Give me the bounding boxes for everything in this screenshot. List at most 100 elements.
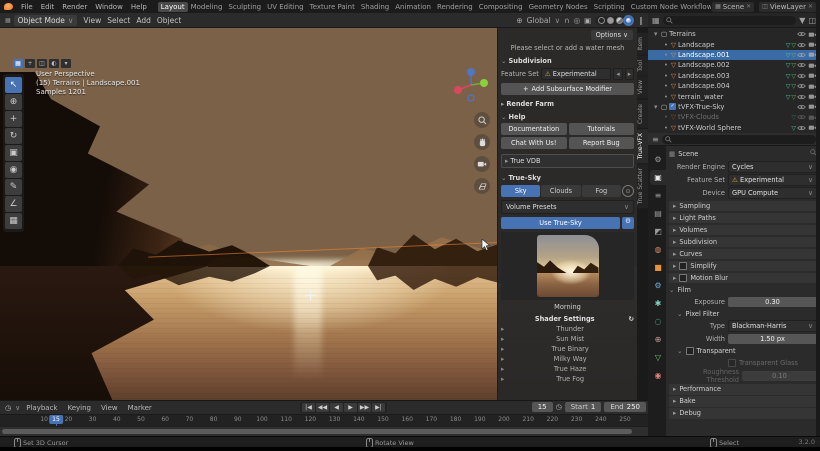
- options-dropdown[interactable]: Options ∨: [591, 30, 633, 40]
- navigation-gizmo-icon[interactable]: [450, 64, 492, 106]
- properties-tab-object[interactable]: ■: [650, 260, 666, 275]
- sky-tab[interactable]: Clouds: [541, 185, 580, 197]
- outliner-row-landscape-003[interactable]: ▢ ▽ Landscape.003 ▽▽: [648, 71, 820, 81]
- sidebar-tab[interactable]: True-VFX: [637, 129, 648, 163]
- properties-tab-particles[interactable]: ✱: [650, 296, 666, 311]
- help-button[interactable]: Documentation: [501, 123, 567, 135]
- tool-button-annotate[interactable]: ✎: [5, 179, 22, 195]
- viewport-menu-item[interactable]: View: [80, 16, 104, 25]
- modifier-icon[interactable]: ▽: [786, 52, 791, 59]
- properties-section[interactable]: Subdivision: [669, 237, 817, 248]
- expand-arrow-icon[interactable]: [664, 124, 671, 132]
- timeline-menu-item[interactable]: Marker: [126, 404, 154, 412]
- properties-tab-scene[interactable]: ◩: [650, 224, 666, 239]
- properties-tab-material[interactable]: ◉: [650, 368, 666, 383]
- tool-button-transform[interactable]: ◉: [5, 162, 22, 178]
- sidebar-tab[interactable]: Tool: [637, 56, 648, 76]
- viewport-menu-item[interactable]: Select: [104, 16, 133, 25]
- mini-icon-gizmo[interactable]: +: [25, 59, 35, 68]
- overlays-icon[interactable]: ‖: [639, 16, 643, 25]
- timeline-menu-item[interactable]: View: [99, 404, 120, 412]
- frame-start-field[interactable]: Start1: [565, 402, 602, 412]
- expand-arrow-icon[interactable]: [664, 82, 671, 90]
- outliner-search-input[interactable]: [663, 16, 797, 25]
- timeline-menu-item[interactable]: Playback: [24, 404, 59, 412]
- playback-button[interactable]: |◀: [302, 403, 315, 412]
- workspace-tab[interactable]: Compositing: [476, 2, 526, 12]
- outliner-row-landscape-002[interactable]: ▢ ▽ Landscape.002 ▽▽: [648, 60, 820, 70]
- properties-tab-constraints[interactable]: ⊕: [650, 332, 666, 347]
- render-engine-dropdown[interactable]: Cycles∨: [728, 161, 817, 173]
- display-options-icon[interactable]: ◫: [808, 16, 816, 25]
- close-icon[interactable]: ✕: [808, 3, 813, 10]
- properties-tab-physics[interactable]: ◌: [650, 314, 666, 329]
- wireframe-shading-icon[interactable]: [598, 17, 605, 24]
- editor-type-icon[interactable]: ▦: [5, 17, 11, 24]
- frame-end-field[interactable]: End250: [604, 402, 646, 412]
- shader-setting-row[interactable]: True Fog: [501, 374, 634, 383]
- filter-type-dropdown[interactable]: Blackman-Harris∨: [728, 320, 817, 332]
- outliner-row-terrains[interactable]: ▢ ▽ Terrains: [648, 29, 820, 39]
- expand-arrow-icon[interactable]: [664, 61, 671, 69]
- close-icon[interactable]: ✕: [746, 3, 751, 10]
- mode-dropdown[interactable]: Object Mode ∨: [14, 15, 78, 26]
- workspace-tab[interactable]: UV Editing: [264, 2, 307, 12]
- shader-setting-row[interactable]: Milky Way: [501, 354, 634, 363]
- properties-section[interactable]: Sampling: [669, 201, 817, 212]
- properties-tab-view-layer[interactable]: ▤: [650, 206, 666, 221]
- help-button[interactable]: Report Bug: [569, 137, 635, 149]
- mini-icon-dropdown[interactable]: ▾: [61, 59, 71, 68]
- properties-section[interactable]: Curves: [669, 249, 817, 260]
- pivot-point-icon[interactable]: ▣: [584, 16, 591, 25]
- tool-button-rotate[interactable]: ↻: [5, 128, 22, 144]
- add-subsurface-modifier-button[interactable]: + Add Subsurface Modifier: [501, 83, 634, 95]
- feature-set-dropdown[interactable]: ⚠ Experimental∨: [728, 174, 817, 186]
- filter-width-field[interactable]: 1.50 px: [728, 334, 817, 344]
- snap-magnet-icon[interactable]: ∩: [564, 16, 570, 25]
- help-button[interactable]: Chat With Us!: [501, 137, 567, 149]
- volume-presets-dropdown[interactable]: Volume Presets ∨: [501, 200, 634, 214]
- properties-section[interactable]: Volumes: [669, 225, 817, 236]
- viewport-menu-item[interactable]: Add: [133, 16, 154, 25]
- eye-icon[interactable]: [796, 125, 807, 131]
- properties-section[interactable]: Light Paths: [669, 213, 817, 224]
- properties-tab-output[interactable]: ≡: [650, 188, 666, 203]
- properties-tab-render[interactable]: ▣: [650, 170, 666, 185]
- eye-icon[interactable]: [796, 83, 807, 89]
- render-farm-panel-header[interactable]: Render Farm: [501, 100, 634, 108]
- prev-arrow-icon[interactable]: ◂: [613, 68, 622, 80]
- device-dropdown[interactable]: GPU Compute∨: [728, 187, 817, 199]
- section-checkbox[interactable]: [679, 274, 687, 282]
- transparent-glass-checkbox[interactable]: [728, 359, 736, 367]
- rendered-shading-icon[interactable]: [625, 17, 632, 24]
- expand-arrow-icon[interactable]: [664, 41, 671, 49]
- preset-preview-image[interactable]: [537, 235, 599, 297]
- properties-tab-world[interactable]: ◍: [650, 242, 666, 257]
- expand-arrow-icon[interactable]: [654, 103, 661, 111]
- menu-item[interactable]: Edit: [37, 3, 59, 11]
- outliner-row-tvfx-clouds[interactable]: ▢ ▽ tVFX-Clouds ▽: [648, 112, 820, 122]
- eye-icon[interactable]: [796, 104, 807, 110]
- timeline-editor-icon[interactable]: ◷: [5, 404, 11, 412]
- outliner-row-terrain-water[interactable]: ▢ ▽ terrain_water ▽▽: [648, 91, 820, 101]
- current-frame-indicator[interactable]: 15: [49, 415, 63, 424]
- tool-button-select-box[interactable]: ↖: [5, 77, 22, 93]
- proportional-editing-icon[interactable]: ◎: [574, 16, 581, 25]
- perspective-toggle-icon[interactable]: [474, 178, 490, 194]
- section-checkbox[interactable]: [679, 262, 687, 270]
- eye-icon[interactable]: [796, 73, 807, 79]
- eye-icon[interactable]: [796, 62, 807, 68]
- workspace-tab[interactable]: Geometry Nodes: [526, 2, 591, 12]
- material-shading-icon[interactable]: [616, 17, 623, 24]
- subdivision-panel-header[interactable]: Subdivision: [501, 57, 634, 65]
- tool-button-measure[interactable]: ∠: [5, 196, 22, 212]
- workspace-tab[interactable]: Sculpting: [225, 2, 264, 12]
- shader-setting-row[interactable]: Thunder: [501, 324, 634, 333]
- true-sky-panel-header[interactable]: True-Sky: [501, 174, 634, 182]
- tool-button-add-cube[interactable]: ▦: [5, 213, 22, 229]
- refresh-icon[interactable]: ↻: [628, 315, 634, 323]
- current-frame-field[interactable]: 15: [532, 402, 553, 412]
- modifier-icon[interactable]: ▽: [786, 83, 791, 90]
- properties-section[interactable]: Simplify: [669, 261, 817, 272]
- expand-arrow-icon[interactable]: [664, 93, 671, 101]
